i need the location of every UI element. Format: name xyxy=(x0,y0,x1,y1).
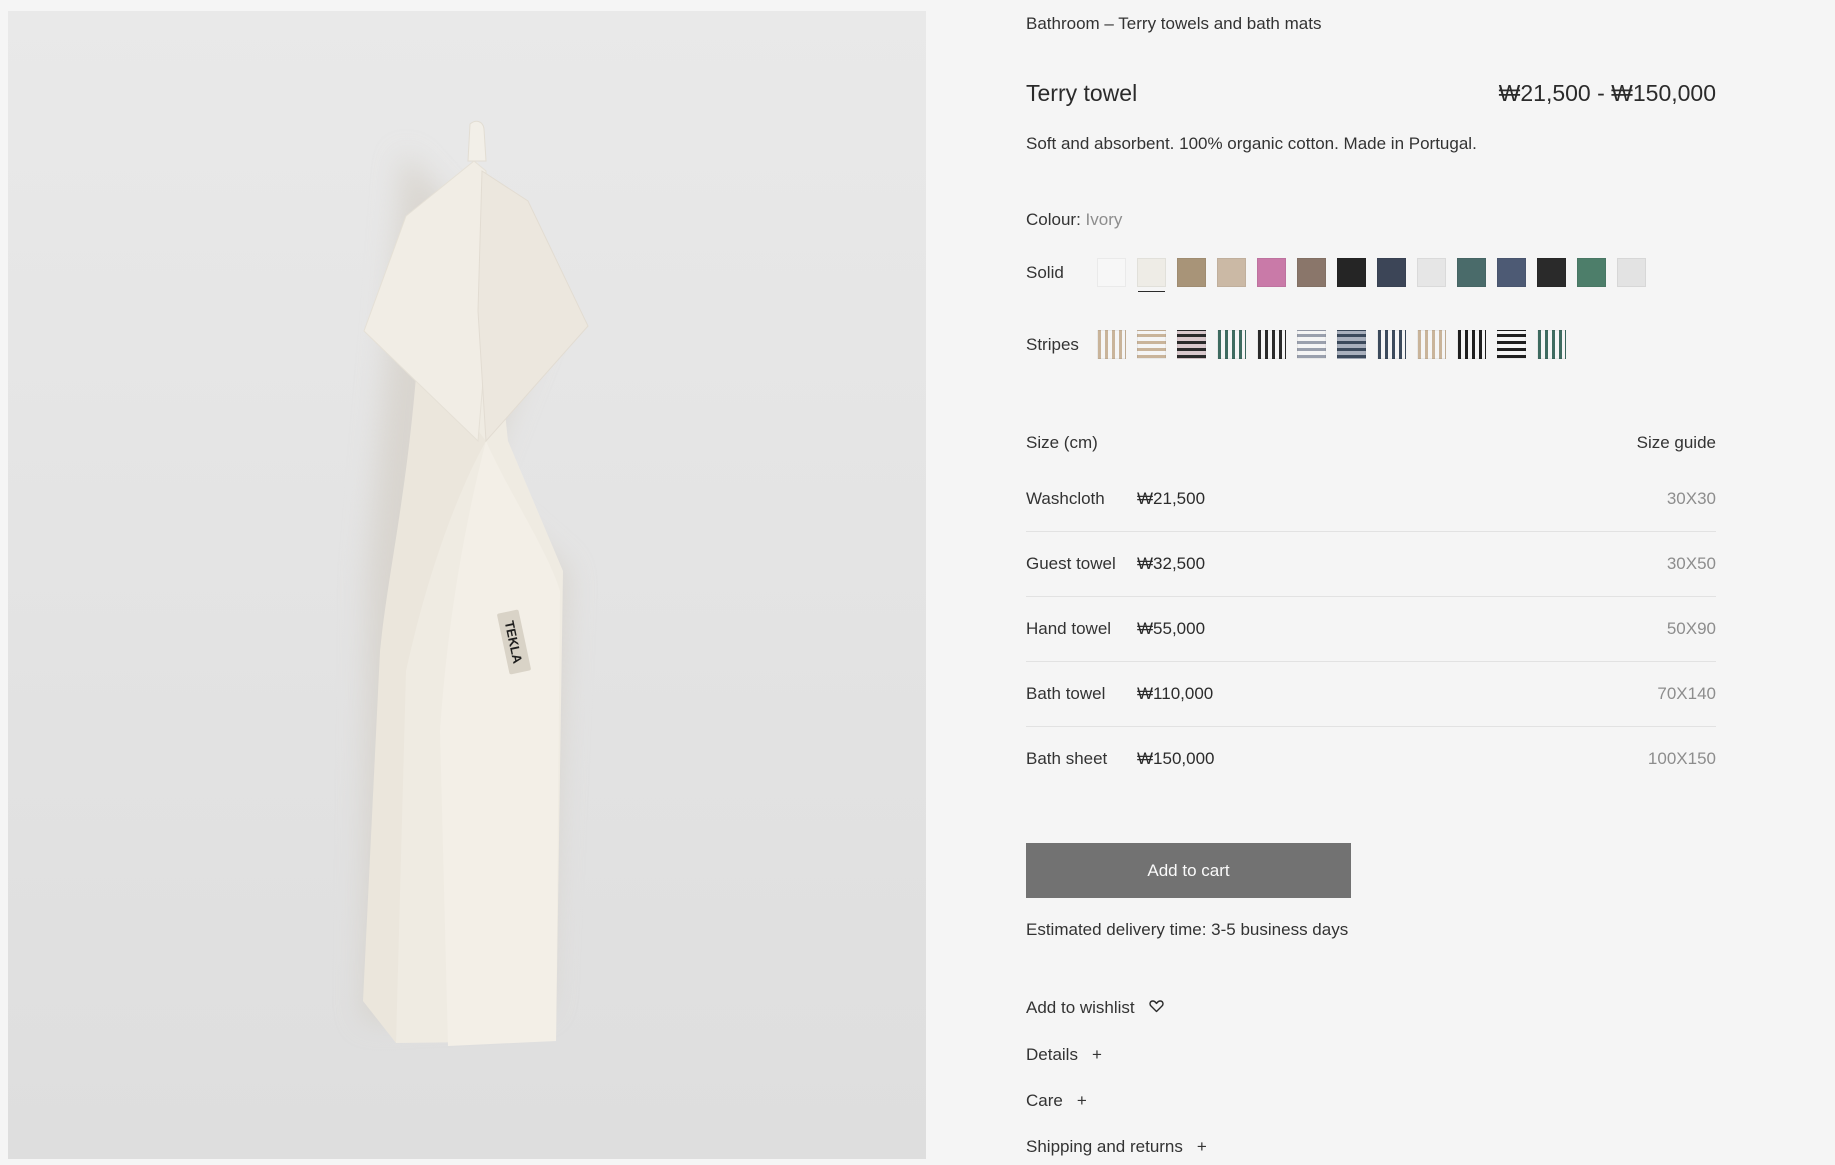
size-dimensions: 100X150 xyxy=(1647,749,1716,768)
colour-selection: Colour: Ivory xyxy=(1026,210,1122,230)
size-guide-link[interactable]: Size guide xyxy=(1637,433,1716,453)
stripe-swatch[interactable] xyxy=(1417,330,1446,359)
solid-label: Solid xyxy=(1026,262,1064,282)
stripe-swatch[interactable] xyxy=(1137,330,1166,359)
stripe-swatch[interactable] xyxy=(1217,330,1246,359)
size-dimensions: 50X90 xyxy=(1666,619,1716,638)
solid-swatch[interactable] xyxy=(1257,258,1286,287)
plus-icon[interactable]: + xyxy=(1092,1045,1102,1064)
size-name: Hand towel xyxy=(1026,619,1112,638)
solid-swatch[interactable] xyxy=(1377,258,1406,287)
stripe-swatch[interactable] xyxy=(1457,330,1486,359)
stripe-swatches xyxy=(1097,330,1566,359)
size-price: ₩55,000 xyxy=(1137,619,1206,638)
details-label[interactable]: Details xyxy=(1026,1045,1078,1064)
solid-swatch[interactable] xyxy=(1137,258,1166,292)
size-price: ₩110,000 xyxy=(1137,684,1214,703)
size-name: Guest towel xyxy=(1026,554,1116,573)
size-name: Bath sheet xyxy=(1026,749,1108,768)
stripes-swatch-row: Stripes xyxy=(1026,330,1566,359)
care-label[interactable]: Care xyxy=(1026,1091,1063,1110)
add-to-cart-button[interactable]: Add to cart xyxy=(1026,843,1351,898)
product-title: Terry towel xyxy=(1026,80,1138,106)
colour-label: Colour: xyxy=(1026,210,1081,229)
stripe-swatch[interactable] xyxy=(1537,330,1566,359)
size-option-row[interactable]: Guest towel ₩32,500 30X50 xyxy=(1026,532,1716,597)
stripe-swatch[interactable] xyxy=(1377,330,1406,359)
price-range: ₩21,500 - ₩150,000 xyxy=(1498,80,1716,106)
plus-icon[interactable]: + xyxy=(1077,1091,1087,1110)
size-option-row[interactable]: Bath sheet ₩150,000 100X150 xyxy=(1026,727,1716,791)
size-list: Washcloth ₩21,500 30X30 Guest towel ₩32,500 3… xyxy=(1026,467,1716,791)
shipping-accordion[interactable]: Shipping and returns + xyxy=(1026,1137,1207,1157)
size-option-row[interactable]: Washcloth ₩21,500 30X30 xyxy=(1026,467,1716,532)
solid-swatch[interactable] xyxy=(1497,258,1526,287)
solid-swatch[interactable] xyxy=(1297,258,1326,287)
solid-swatches xyxy=(1097,258,1646,292)
breadcrumb[interactable]: Bathroom – Terry towels and bath mats xyxy=(1026,14,1321,34)
towel-photo: TEKLA xyxy=(363,120,589,1046)
size-option-row[interactable]: Hand towel ₩55,000 50X90 xyxy=(1026,597,1716,662)
solid-swatch[interactable] xyxy=(1577,258,1606,287)
stripe-swatch[interactable] xyxy=(1097,330,1126,359)
solid-swatch[interactable] xyxy=(1217,258,1246,287)
solid-swatch[interactable] xyxy=(1417,258,1446,287)
solid-swatch[interactable] xyxy=(1097,258,1126,287)
size-option-row[interactable]: Bath towel ₩110,000 70X140 xyxy=(1026,662,1716,727)
stripe-swatch[interactable] xyxy=(1177,330,1206,359)
size-dimensions: 30X30 xyxy=(1666,489,1716,508)
size-name: Bath towel xyxy=(1026,684,1106,703)
heart-icon[interactable] xyxy=(1149,998,1164,1018)
size-dimensions: 70X140 xyxy=(1657,684,1716,703)
size-dimensions: 30X50 xyxy=(1666,554,1716,573)
product-description: Soft and absorbent. 100% organic cotton.… xyxy=(1026,134,1477,153)
solid-swatch[interactable] xyxy=(1337,258,1366,287)
stripe-swatch[interactable] xyxy=(1337,330,1366,359)
size-price: ₩150,000 xyxy=(1137,749,1215,768)
product-image[interactable]: TEKLA xyxy=(8,11,926,1159)
wishlist-label[interactable]: Add to wishlist xyxy=(1026,998,1135,1018)
stripe-swatch[interactable] xyxy=(1497,330,1526,359)
add-to-wishlist[interactable]: Add to wishlist xyxy=(1026,998,1164,1018)
solid-swatch-row: Solid xyxy=(1026,258,1646,292)
solid-swatch[interactable] xyxy=(1537,258,1566,287)
delivery-estimate: Estimated delivery time: 3-5 business da… xyxy=(1026,920,1349,939)
stripes-label: Stripes xyxy=(1026,334,1079,354)
shipping-label[interactable]: Shipping and returns xyxy=(1026,1137,1183,1156)
size-header: Size (cm) Size guide xyxy=(1026,433,1716,453)
solid-swatch[interactable] xyxy=(1457,258,1486,287)
selected-colour: Ivory xyxy=(1085,210,1123,229)
plus-icon[interactable]: + xyxy=(1197,1137,1207,1156)
details-accordion[interactable]: Details + xyxy=(1026,1045,1102,1065)
stripe-swatch[interactable] xyxy=(1297,330,1326,359)
size-heading: Size (cm) xyxy=(1026,433,1098,452)
size-price: ₩21,500 xyxy=(1137,489,1206,508)
solid-swatch[interactable] xyxy=(1177,258,1206,287)
care-accordion[interactable]: Care + xyxy=(1026,1091,1087,1111)
solid-swatch[interactable] xyxy=(1617,258,1646,287)
stripe-swatch[interactable] xyxy=(1257,330,1286,359)
size-price: ₩32,500 xyxy=(1137,554,1206,573)
size-name: Washcloth xyxy=(1026,489,1105,508)
